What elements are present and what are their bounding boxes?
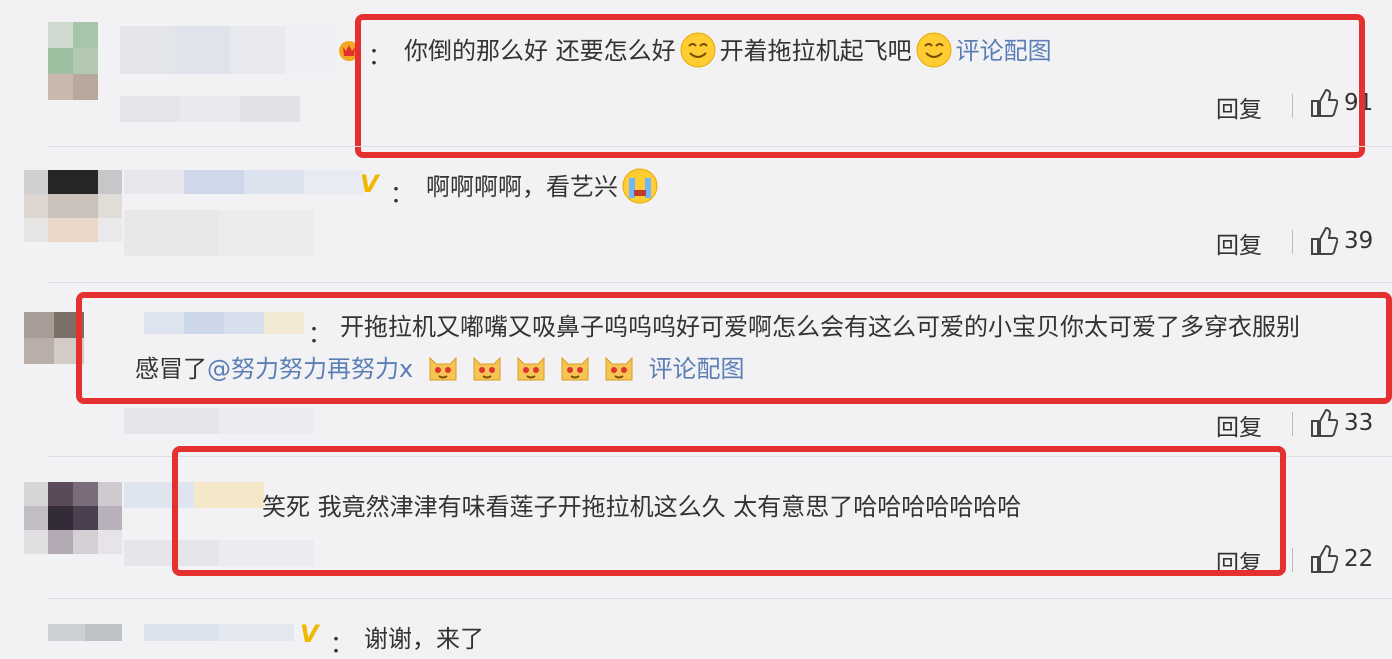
reply-button[interactable]: 回复 xyxy=(1216,408,1262,442)
thumbs-up-icon xyxy=(1311,408,1338,437)
crying-emoji-icon xyxy=(622,168,658,204)
username-blurred-row2 xyxy=(124,210,314,256)
separator xyxy=(48,282,1392,283)
username-blurred[interactable] xyxy=(124,170,364,194)
divider xyxy=(1292,548,1293,572)
like-count: 33 xyxy=(1344,410,1374,436)
verified-v-icon: V xyxy=(360,170,379,198)
separator xyxy=(48,598,1392,599)
colon: ： xyxy=(390,180,414,208)
thumbs-up-icon xyxy=(1311,226,1338,255)
comment-text: 啊啊啊啊，看艺兴 xyxy=(426,168,662,206)
username-blurred-row2 xyxy=(120,96,300,122)
username-blurred[interactable] xyxy=(144,624,294,641)
username-blurred[interactable] xyxy=(120,26,335,74)
thumbs-up-icon xyxy=(1311,544,1338,573)
divider xyxy=(1292,412,1293,436)
avatar[interactable] xyxy=(24,482,122,554)
separator xyxy=(48,146,1392,147)
comment-text: 谢谢，来了 xyxy=(364,625,484,653)
divider xyxy=(1292,230,1293,254)
like-button[interactable]: 39 xyxy=(1310,226,1373,256)
verified-v-icon: V xyxy=(300,620,319,648)
avatar[interactable] xyxy=(24,312,84,364)
avatar[interactable] xyxy=(48,22,98,100)
highlight-box xyxy=(355,14,1365,158)
avatar[interactable] xyxy=(24,170,122,242)
like-count: 39 xyxy=(1344,228,1374,254)
like-button[interactable]: 22 xyxy=(1310,544,1373,574)
avatar[interactable] xyxy=(48,624,122,641)
reply-button[interactable]: 回复 xyxy=(1216,226,1262,260)
like-count: 22 xyxy=(1344,546,1374,572)
highlight-box xyxy=(76,292,1392,404)
highlight-box xyxy=(172,446,1286,576)
colon: ： xyxy=(330,630,354,658)
like-button[interactable]: 33 xyxy=(1310,408,1373,438)
timestamp-blurred xyxy=(124,408,314,434)
